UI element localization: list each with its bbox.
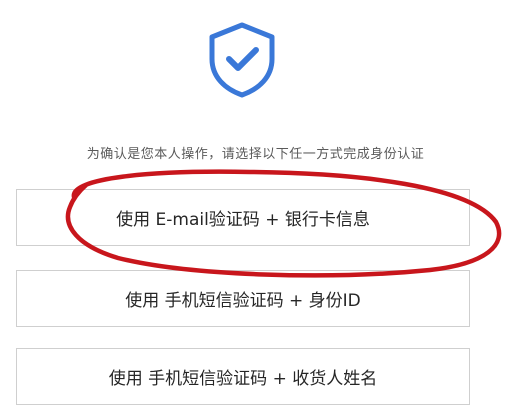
option-sms-id[interactable]: 使用 手机短信验证码 + 身份ID — [16, 270, 470, 327]
identity-verification-page: 为确认是您本人操作，请选择以下任一方式完成身份认证 使用 E-mail验证码 +… — [0, 0, 511, 405]
shield-check-icon — [209, 22, 275, 98]
option-label: 使用 E-mail验证码 + 银行卡信息 — [116, 210, 370, 230]
option-email-bank-card[interactable]: 使用 E-mail验证码 + 银行卡信息 — [16, 189, 470, 246]
verification-prompt: 为确认是您本人操作，请选择以下任一方式完成身份认证 — [86, 147, 425, 162]
option-label: 使用 手机短信验证码 + 身份ID — [125, 291, 361, 311]
option-label: 使用 手机短信验证码 + 收货人姓名 — [108, 369, 378, 389]
option-sms-recipient-name[interactable]: 使用 手机短信验证码 + 收货人姓名 — [16, 348, 470, 405]
